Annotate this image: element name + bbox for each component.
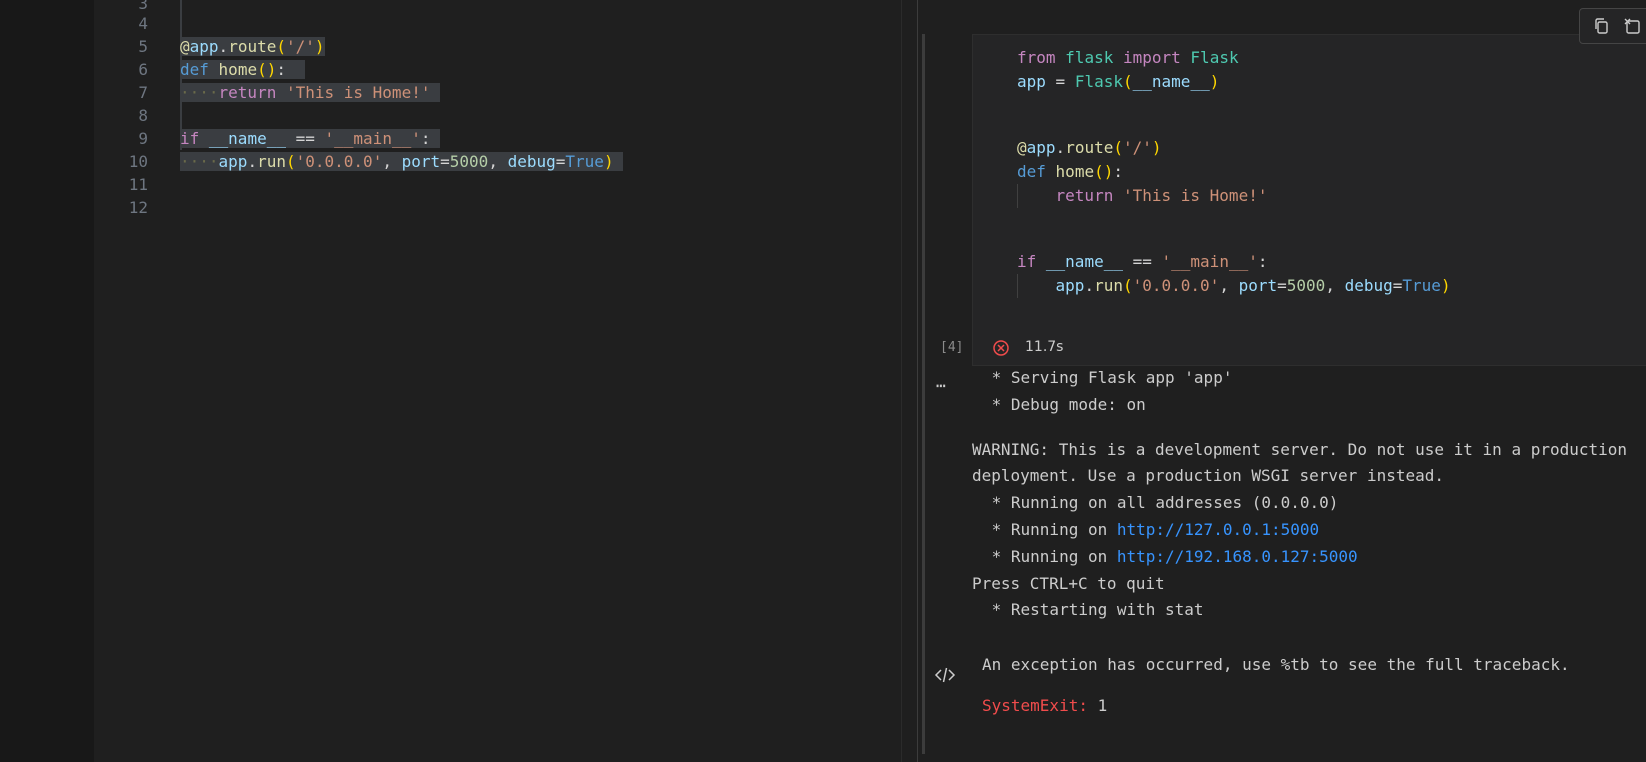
cell-code-line: @app.route('/') (1017, 138, 1162, 157)
output-line: * Restarting with stat (982, 600, 1204, 619)
cell-code-line: if __name__ == '__main__': (1017, 252, 1268, 271)
editor-split-divider[interactable] (901, 0, 902, 762)
execution-duration: 11.7s (1025, 339, 1064, 355)
notebook-edge (917, 0, 918, 762)
output-link[interactable]: http://192.168.0.127:5000 (1117, 547, 1358, 566)
exception-type: SystemExit: (982, 696, 1088, 715)
line-number: 5 (138, 37, 148, 56)
output-line: WARNING: This is a development server. D… (972, 440, 1628, 459)
cell-focus-bar (922, 34, 925, 754)
code-line: ····app.run('0.0.0.0', port=5000, debug=… (180, 150, 624, 174)
output-line: * Running on http://127.0.0.1:5000 (982, 517, 1320, 543)
line-number: 4 (138, 14, 148, 33)
line-number: 7 (138, 83, 148, 102)
output-line-text: * Running on (982, 520, 1117, 539)
cell-toolbar (1579, 8, 1646, 44)
code-editor[interactable]: 3 4 5 6 7 8 9 10 11 12 @app.route('/') d… (94, 0, 901, 762)
cell-indent-guide (1017, 274, 1018, 298)
code-output-icon[interactable] (934, 665, 956, 685)
notebook-code-cell[interactable]: from flask import Flask app = Flask(__na… (972, 34, 1646, 366)
activity-gutter (0, 0, 94, 762)
copy-icon[interactable] (1592, 16, 1612, 36)
line-number: 8 (138, 106, 148, 125)
output-line: * Serving Flask app 'app' (982, 368, 1233, 387)
output-line: * Running on http://192.168.0.127:5000 (982, 544, 1358, 570)
code-line: if __name__ == '__main__': (180, 127, 441, 151)
code-line: def home(): (180, 58, 306, 82)
line-number: 11 (128, 175, 148, 194)
code-line: @app.route('/') (180, 37, 325, 56)
clear-output-icon[interactable] (1622, 16, 1642, 36)
output-line-text: * Running on (982, 547, 1117, 566)
line-number: 12 (128, 198, 148, 217)
cell-code-line: return 'This is Home!' (1055, 186, 1268, 205)
output-line: deployment. Use a production WSGI server… (972, 466, 1445, 485)
line-number: 6 (138, 60, 148, 79)
exception-message: An exception has occurred, use %tb to se… (982, 655, 1570, 674)
more-ellipsis-icon[interactable]: ⋯ (936, 376, 946, 395)
cell-code-line: app.run('0.0.0.0', port=5000, debug=True… (1055, 276, 1451, 295)
line-number: 9 (138, 129, 148, 148)
output-line: Press CTRL+C to quit (972, 574, 1165, 593)
output-link[interactable]: http://127.0.0.1:5000 (1117, 520, 1319, 539)
exception-value: 1 (1097, 696, 1108, 715)
error-status-icon (992, 339, 1010, 357)
output-line: * Running on all addresses (0.0.0.0) (982, 493, 1339, 512)
exception-line: SystemExit: 1 (982, 693, 1107, 719)
cell-code-line: app = Flask(__name__) (1017, 72, 1220, 91)
execution-count: [4] (940, 340, 964, 355)
cell-code-line: def home(): (1017, 162, 1123, 181)
code-line: ····return 'This is Home!' (180, 81, 441, 105)
cell-indent-guide (1017, 184, 1018, 208)
cell-code-line: from flask import Flask (1017, 48, 1239, 67)
output-line: * Debug mode: on (982, 395, 1146, 414)
line-number: 10 (128, 152, 148, 171)
